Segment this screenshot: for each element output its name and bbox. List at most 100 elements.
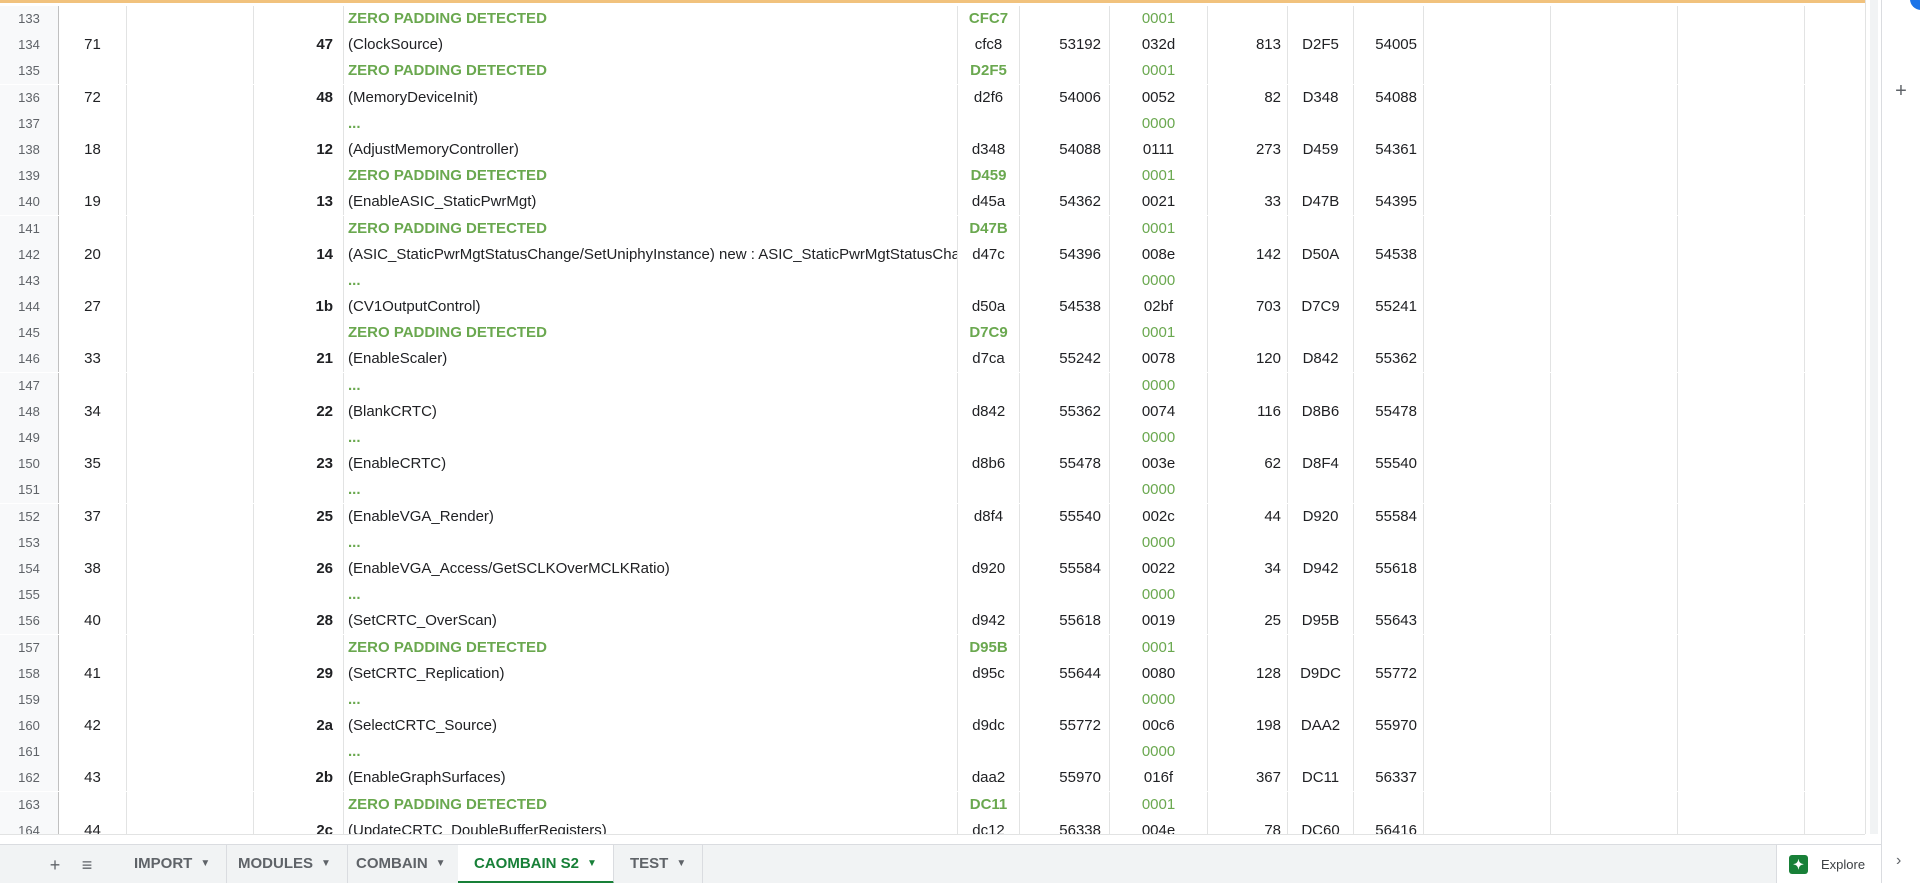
cell-offset-hex[interactable]: dc12 <box>958 817 1020 834</box>
cell-length-hex[interactable]: 0074 <box>1110 398 1208 425</box>
cell-id-hex[interactable] <box>254 686 344 713</box>
cell-end-hex[interactable]: D348 <box>1288 84 1354 111</box>
cell-id-hex[interactable]: 2b <box>254 765 344 792</box>
cell-empty[interactable] <box>1424 267 1551 294</box>
cell-empty[interactable] <box>1424 555 1551 582</box>
cell-end-dec[interactable]: 56416 <box>1354 817 1424 834</box>
cell-end-dec[interactable]: 54538 <box>1354 241 1424 268</box>
cell-empty[interactable] <box>1551 529 1678 556</box>
cell-empty[interactable] <box>1805 635 1865 661</box>
cell-empty[interactable] <box>1424 320 1551 347</box>
cell-length-dec[interactable] <box>1208 267 1288 294</box>
cell-length-hex[interactable]: 0000 <box>1110 267 1208 294</box>
cell-id-hex[interactable]: 28 <box>254 608 344 635</box>
cell-function-name[interactable]: (EnableCRTC) <box>344 451 958 478</box>
cell-id-hex[interactable] <box>254 110 344 137</box>
cell-index[interactable] <box>59 686 127 713</box>
cell-offset-dec[interactable]: 54362 <box>1020 189 1110 216</box>
cell-offset-dec[interactable]: 56338 <box>1020 817 1110 834</box>
cell-empty[interactable] <box>1551 189 1678 216</box>
cell-empty[interactable] <box>127 634 254 661</box>
cell-end-hex[interactable] <box>1288 267 1354 294</box>
cell-offset-dec[interactable]: 55618 <box>1020 608 1110 635</box>
cell-offset-dec[interactable] <box>1020 110 1110 137</box>
cell-empty[interactable] <box>1424 582 1551 609</box>
row-number-header[interactable]: 138 <box>0 136 59 163</box>
cell-empty[interactable] <box>127 294 254 321</box>
cell-end-hex[interactable]: D95B <box>1288 608 1354 635</box>
cell-end-dec[interactable] <box>1354 529 1424 556</box>
cell-length-hex[interactable]: 016f <box>1110 765 1208 792</box>
cell-index[interactable]: 41 <box>59 660 127 687</box>
cell-index[interactable] <box>59 320 127 347</box>
row-number-header[interactable]: 147 <box>0 372 59 399</box>
cell-length-dec[interactable] <box>1208 529 1288 556</box>
cell-offset-dec[interactable]: 55584 <box>1020 555 1110 582</box>
cell-empty[interactable] <box>1551 739 1678 766</box>
cell-empty[interactable] <box>127 660 254 687</box>
cell-length-dec[interactable]: 78 <box>1208 817 1288 834</box>
cell-index[interactable]: 38 <box>59 555 127 582</box>
cell-empty[interactable] <box>1805 6 1865 32</box>
row-number-header[interactable]: 141 <box>0 215 59 242</box>
cell-length-hex[interactable]: 0000 <box>1110 110 1208 137</box>
cell-empty[interactable] <box>1805 425 1865 451</box>
cell-offset-hex[interactable]: CFC7 <box>958 6 1020 32</box>
cell-id-hex[interactable]: 23 <box>254 451 344 478</box>
cell-function-name[interactable]: ... <box>344 739 958 766</box>
cell-offset-hex[interactable]: d7ca <box>958 346 1020 373</box>
cell-id-hex[interactable] <box>254 267 344 294</box>
cell-empty[interactable] <box>1424 477 1551 504</box>
cell-function-name[interactable]: ... <box>344 529 958 556</box>
cell-length-dec[interactable] <box>1208 425 1288 451</box>
cell-empty[interactable] <box>127 241 254 268</box>
cell-offset-dec[interactable] <box>1020 529 1110 556</box>
cell-empty[interactable] <box>127 503 254 530</box>
cell-end-dec[interactable] <box>1354 739 1424 766</box>
cell-id-hex[interactable] <box>254 215 344 242</box>
cell-empty[interactable] <box>127 189 254 216</box>
cell-length-dec[interactable]: 62 <box>1208 451 1288 478</box>
cell-empty[interactable] <box>1805 137 1865 163</box>
cell-function-name[interactable]: ... <box>344 110 958 137</box>
cell-index[interactable] <box>59 791 127 818</box>
cell-length-dec[interactable]: 34 <box>1208 555 1288 582</box>
cell-empty[interactable] <box>1805 373 1865 399</box>
row-number-header[interactable]: 143 <box>0 267 59 294</box>
cell-offset-hex[interactable] <box>958 372 1020 399</box>
cell-length-hex[interactable]: 0000 <box>1110 425 1208 451</box>
cell-length-hex[interactable]: 0111 <box>1110 136 1208 163</box>
cell-length-hex[interactable]: 0000 <box>1110 477 1208 504</box>
cell-length-hex[interactable]: 0000 <box>1110 686 1208 713</box>
cell-empty[interactable] <box>1805 320 1865 346</box>
cell-empty[interactable] <box>1551 425 1678 451</box>
cell-empty[interactable] <box>1678 477 1805 504</box>
cell-offset-hex[interactable]: d8f4 <box>958 503 1020 530</box>
cell-end-hex[interactable] <box>1288 320 1354 347</box>
cell-empty[interactable] <box>1424 634 1551 661</box>
cell-empty[interactable] <box>1551 608 1678 635</box>
cell-id-hex[interactable]: 13 <box>254 189 344 216</box>
cell-index[interactable] <box>59 215 127 242</box>
cell-empty[interactable] <box>1551 555 1678 582</box>
cell-empty[interactable] <box>1424 503 1551 530</box>
cell-end-dec[interactable]: 56337 <box>1354 765 1424 792</box>
cell-index[interactable] <box>59 372 127 399</box>
cell-function-name[interactable]: (MemoryDeviceInit) <box>344 84 958 111</box>
cell-offset-hex[interactable]: d920 <box>958 555 1020 582</box>
cell-index[interactable] <box>59 739 127 766</box>
cell-id-hex[interactable] <box>254 320 344 347</box>
cell-end-dec[interactable]: 55772 <box>1354 660 1424 687</box>
cell-empty[interactable] <box>1424 451 1551 478</box>
row-number-header[interactable]: 150 <box>0 451 59 478</box>
cell-length-hex[interactable]: 02bf <box>1110 294 1208 321</box>
cell-empty[interactable] <box>127 267 254 294</box>
cell-empty[interactable] <box>1678 451 1805 478</box>
cell-empty[interactable] <box>127 372 254 399</box>
caret-down-icon[interactable]: ▼ <box>676 845 686 883</box>
cell-empty[interactable] <box>127 529 254 556</box>
cell-offset-dec[interactable]: 54538 <box>1020 294 1110 321</box>
cell-end-dec[interactable]: 55540 <box>1354 451 1424 478</box>
cell-empty[interactable] <box>1678 660 1805 687</box>
cell-end-dec[interactable] <box>1354 110 1424 137</box>
